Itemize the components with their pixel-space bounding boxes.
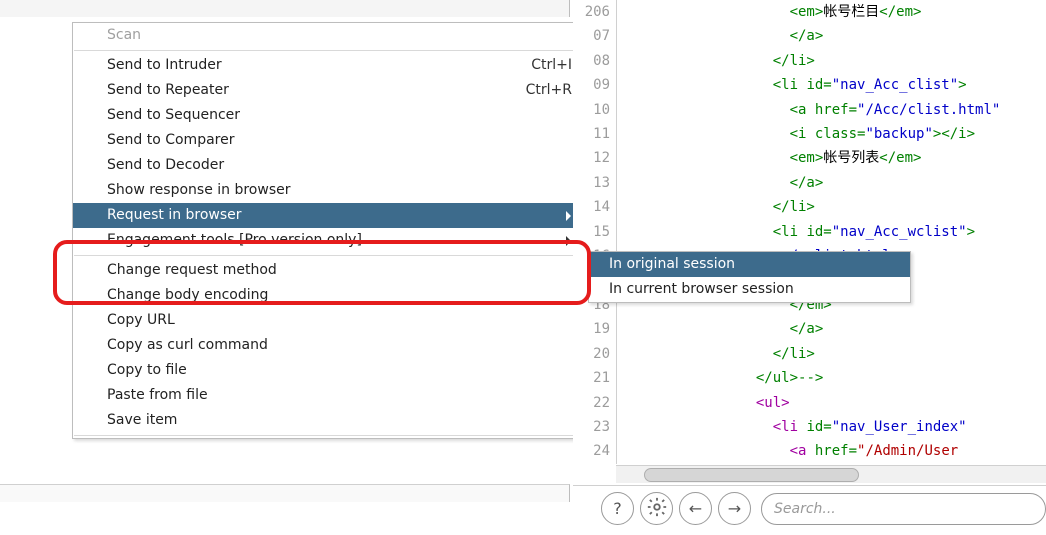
menu-send-intruder[interactable]: Send to Intruder Ctrl+I — [73, 53, 586, 78]
arrow-right-icon: → — [728, 499, 741, 518]
menu-label: Send to Repeater — [107, 82, 229, 98]
code-line: 21 </ul>--> — [573, 366, 1046, 390]
code-text: <li id="nav_User_index" — [617, 415, 967, 439]
line-number: 24 — [573, 439, 617, 463]
line-number: 11 — [573, 122, 617, 146]
code-line: 20 </li> — [573, 342, 1046, 366]
code-text: <li id="nav_Acc_wclist"> — [617, 220, 975, 244]
panel-strip-top — [0, 0, 570, 17]
code-line: 07 </a> — [573, 24, 1046, 48]
menu-label: Send to Intruder — [107, 57, 222, 73]
menu-send-decoder[interactable]: Send to Decoder — [73, 153, 586, 178]
menu-save-item[interactable]: Save item — [73, 408, 586, 433]
line-number: 07 — [573, 24, 617, 48]
bottom-toolbar: ? ← → Search... — [573, 485, 1046, 531]
settings-button[interactable] — [640, 492, 673, 525]
code-text: </a> — [617, 171, 823, 195]
panel-strip-bottom — [0, 484, 570, 502]
shortcut-text: Ctrl+I — [531, 57, 572, 73]
code-line: 10 <a href="/Acc/clist.html" — [573, 98, 1046, 122]
line-number: 14 — [573, 195, 617, 219]
menu-engagement-tools[interactable]: Engagement tools [Pro version only] — [73, 228, 586, 253]
menu-separator — [74, 435, 585, 436]
nav-forward-button[interactable]: → — [718, 492, 751, 525]
menu-change-method[interactable]: Change request method — [73, 258, 586, 283]
line-number: 09 — [573, 73, 617, 97]
code-line: 14 </li> — [573, 195, 1046, 219]
help-button[interactable]: ? — [601, 492, 634, 525]
code-text: </ul>--> — [617, 366, 823, 390]
menu-separator — [74, 255, 585, 256]
submenu-original-session[interactable]: In original session — [589, 252, 910, 277]
code-line: 12 <em>帐号列表</em> — [573, 146, 1046, 170]
gear-icon — [646, 496, 668, 522]
menu-show-response[interactable]: Show response in browser — [73, 178, 586, 203]
code-text: <a href="/Acc/clist.html" — [617, 98, 1000, 122]
code-line: 22 <ul> — [573, 391, 1046, 415]
menu-copy-file[interactable]: Copy to file — [73, 358, 586, 383]
menu-scan: Scan — [73, 23, 586, 48]
code-line: 08 </li> — [573, 49, 1046, 73]
code-text: <li id="nav_Acc_clist"> — [617, 73, 967, 97]
line-number: 21 — [573, 366, 617, 390]
line-number: 19 — [573, 317, 617, 341]
context-menu: Scan Send to Intruder Ctrl+I Send to Rep… — [72, 22, 587, 439]
shortcut-text: Ctrl+R — [526, 82, 572, 98]
line-number: 10 — [573, 98, 617, 122]
submenu-current-session[interactable]: In current browser session — [589, 277, 910, 302]
code-text: </li> — [617, 195, 815, 219]
line-number: 13 — [573, 171, 617, 195]
code-text: </a> — [617, 317, 823, 341]
line-number: 22 — [573, 391, 617, 415]
search-input[interactable]: Search... — [761, 493, 1046, 525]
line-number: 20 — [573, 342, 617, 366]
menu-separator — [74, 50, 585, 51]
menu-send-comparer[interactable]: Send to Comparer — [73, 128, 586, 153]
menu-change-body[interactable]: Change body encoding — [73, 283, 586, 308]
code-text: </li> — [617, 49, 815, 73]
line-number: 15 — [573, 220, 617, 244]
code-line: 23 <li id="nav_User_index" — [573, 415, 1046, 439]
context-submenu: In original session In current browser s… — [588, 251, 911, 303]
line-number: 12 — [573, 146, 617, 170]
code-text: </li> — [617, 342, 815, 366]
menu-copy-curl[interactable]: Copy as curl command — [73, 333, 586, 358]
code-line: 19 </a> — [573, 317, 1046, 341]
menu-paste-file[interactable]: Paste from file — [73, 383, 586, 408]
line-number: 206 — [573, 0, 617, 24]
horizontal-scrollbar[interactable] — [616, 465, 1046, 483]
code-text: <a href="/Admin/User — [617, 439, 958, 463]
code-text: </a> — [617, 24, 823, 48]
code-editor[interactable]: 206 <em>帐号栏目</em>07 </a>08 </li>09 <li i… — [573, 0, 1046, 465]
arrow-left-icon: ← — [689, 499, 702, 518]
menu-send-repeater[interactable]: Send to Repeater Ctrl+R — [73, 78, 586, 103]
menu-send-sequencer[interactable]: Send to Sequencer — [73, 103, 586, 128]
code-line: 09 <li id="nav_Acc_clist"> — [573, 73, 1046, 97]
code-line: 13 </a> — [573, 171, 1046, 195]
code-text: <em>帐号列表</em> — [617, 146, 921, 170]
code-line: 24 <a href="/Admin/User — [573, 439, 1046, 463]
scrollbar-thumb[interactable] — [644, 468, 859, 482]
line-number: 23 — [573, 415, 617, 439]
question-icon: ? — [613, 499, 622, 518]
line-number: 08 — [573, 49, 617, 73]
code-text: <em>帐号栏目</em> — [617, 0, 921, 24]
nav-back-button[interactable]: ← — [679, 492, 712, 525]
code-line: 11 <i class="backup"></i> — [573, 122, 1046, 146]
code-text: <i class="backup"></i> — [617, 122, 975, 146]
code-line: 15 <li id="nav_Acc_wclist"> — [573, 220, 1046, 244]
menu-request-browser[interactable]: Request in browser — [73, 203, 586, 228]
menu-copy-url[interactable]: Copy URL — [73, 308, 586, 333]
code-text: <ul> — [617, 391, 790, 415]
code-line: 206 <em>帐号栏目</em> — [573, 0, 1046, 24]
